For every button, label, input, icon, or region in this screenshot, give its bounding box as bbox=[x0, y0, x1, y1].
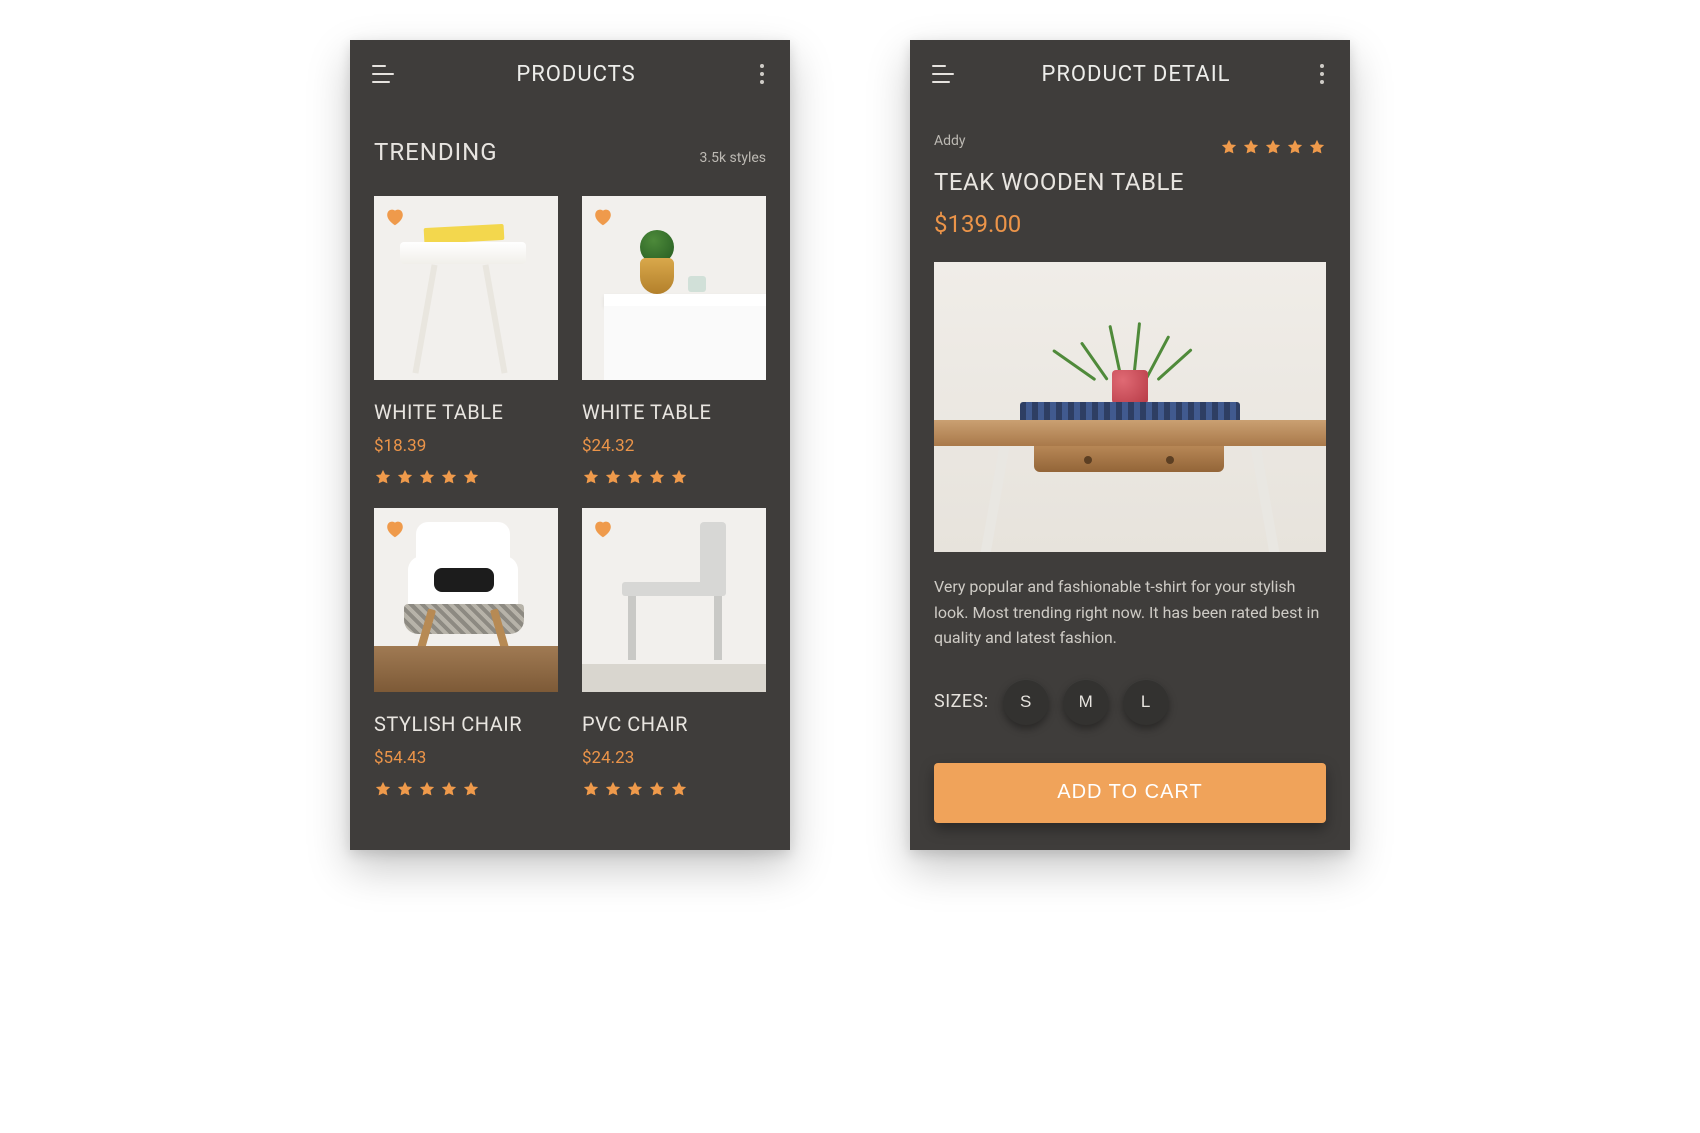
star-icon bbox=[582, 468, 600, 486]
star-icon bbox=[440, 468, 458, 486]
star-icon bbox=[626, 780, 644, 798]
star-icon bbox=[648, 780, 666, 798]
section-title: TRENDING bbox=[374, 138, 498, 166]
star-icon bbox=[1264, 138, 1282, 156]
topbar: PRODUCT DETAIL bbox=[910, 40, 1350, 98]
product-image bbox=[374, 196, 558, 380]
add-to-cart-button[interactable]: ADD TO CART bbox=[934, 763, 1326, 823]
star-icon bbox=[462, 468, 480, 486]
heart-icon[interactable] bbox=[384, 206, 406, 228]
rating-stars bbox=[582, 780, 766, 798]
star-icon bbox=[1242, 138, 1260, 156]
star-icon bbox=[670, 780, 688, 798]
brand-label: Addy bbox=[934, 133, 966, 149]
more-icon[interactable] bbox=[1316, 60, 1328, 88]
star-icon bbox=[648, 468, 666, 486]
product-image bbox=[374, 508, 558, 692]
star-icon bbox=[1220, 138, 1238, 156]
product-card[interactable]: STYLISH CHAIR $54.43 bbox=[374, 508, 558, 798]
star-icon bbox=[670, 468, 688, 486]
menu-icon[interactable] bbox=[932, 65, 956, 83]
product-image bbox=[582, 508, 766, 692]
topbar: PRODUCTS bbox=[350, 40, 790, 98]
star-icon bbox=[396, 780, 414, 798]
screen-title: PRODUCTS bbox=[516, 62, 635, 87]
section-header: TRENDING 3.5k styles bbox=[350, 98, 790, 166]
star-icon bbox=[440, 780, 458, 798]
star-icon bbox=[418, 780, 436, 798]
star-icon bbox=[1308, 138, 1326, 156]
product-price: $54.43 bbox=[374, 748, 558, 768]
product-name: PVC CHAIR bbox=[582, 712, 766, 736]
star-icon bbox=[396, 468, 414, 486]
star-icon bbox=[374, 780, 392, 798]
screen-title: PRODUCT DETAIL bbox=[1041, 62, 1230, 87]
sizes-row: SIZES: S M L bbox=[910, 651, 1350, 725]
heart-icon[interactable] bbox=[384, 518, 406, 540]
size-option[interactable]: M bbox=[1063, 679, 1109, 725]
sizes-label: SIZES: bbox=[934, 691, 989, 712]
product-name: WHITE TABLE bbox=[374, 400, 558, 424]
product-card[interactable]: PVC CHAIR $24.23 bbox=[582, 508, 766, 798]
menu-icon[interactable] bbox=[372, 65, 396, 83]
star-icon bbox=[604, 780, 622, 798]
heart-icon[interactable] bbox=[592, 206, 614, 228]
rating-stars bbox=[374, 468, 558, 486]
rating-stars bbox=[1220, 138, 1326, 156]
product-grid: WHITE TABLE $18.39 WHITE TABLE $24.32 ST… bbox=[350, 166, 790, 822]
product-image bbox=[934, 262, 1326, 552]
star-icon bbox=[462, 780, 480, 798]
rating-stars bbox=[582, 468, 766, 486]
product-name: WHITE TABLE bbox=[582, 400, 766, 424]
product-card[interactable]: WHITE TABLE $18.39 bbox=[374, 196, 558, 486]
products-screen: PRODUCTS TRENDING 3.5k styles WHITE TABL… bbox=[350, 40, 790, 850]
size-option[interactable]: L bbox=[1123, 679, 1169, 725]
star-icon bbox=[1286, 138, 1304, 156]
star-icon bbox=[582, 780, 600, 798]
product-detail-screen: PRODUCT DETAIL Addy TEAK WOODEN TABLE $1… bbox=[910, 40, 1350, 850]
product-description: Very popular and fashionable t-shirt for… bbox=[910, 552, 1350, 651]
star-icon bbox=[374, 468, 392, 486]
heart-icon[interactable] bbox=[592, 518, 614, 540]
product-price: $24.32 bbox=[582, 436, 766, 456]
product-price: $18.39 bbox=[374, 436, 558, 456]
product-price: $24.23 bbox=[582, 748, 766, 768]
product-image bbox=[582, 196, 766, 380]
product-name: STYLISH CHAIR bbox=[374, 712, 558, 736]
brand-rating-row: Addy bbox=[910, 98, 1350, 156]
more-icon[interactable] bbox=[756, 60, 768, 88]
rating-stars bbox=[374, 780, 558, 798]
size-option[interactable]: S bbox=[1003, 679, 1049, 725]
star-icon bbox=[418, 468, 436, 486]
product-card[interactable]: WHITE TABLE $24.32 bbox=[582, 196, 766, 486]
product-price: $139.00 bbox=[910, 196, 1350, 238]
star-icon bbox=[604, 468, 622, 486]
product-title: TEAK WOODEN TABLE bbox=[910, 156, 1350, 196]
section-subtitle: 3.5k styles bbox=[700, 150, 766, 166]
star-icon bbox=[626, 468, 644, 486]
